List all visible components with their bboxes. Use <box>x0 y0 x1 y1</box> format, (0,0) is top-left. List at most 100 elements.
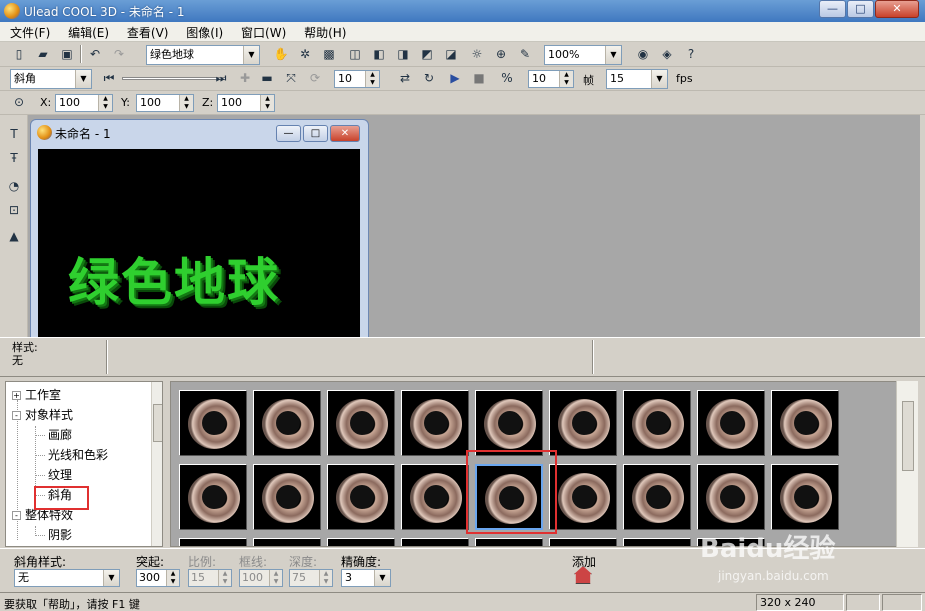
export-icon[interactable]: ◈ <box>658 45 676 63</box>
image-edit-icon[interactable]: ✎ <box>516 45 534 63</box>
tree-scrollbar[interactable] <box>151 382 162 546</box>
redo-icon[interactable]: ↷ <box>110 45 128 63</box>
object-toolbar: T Ŧ ◔ ⊡ ▲ <box>0 115 28 337</box>
bevel-thumb[interactable] <box>179 390 247 456</box>
x-spin[interactable]: 100 ▲ ▼ <box>55 94 113 112</box>
menu-help[interactable]: 帮助(H) <box>294 22 350 41</box>
open-folder-icon[interactable]: ▰ <box>34 45 52 63</box>
play-icon[interactable]: ▶ <box>446 69 464 87</box>
camera-view2-icon[interactable]: ◧ <box>370 45 388 63</box>
timeline-slider[interactable] <box>122 77 226 80</box>
percent-icon[interactable]: % <box>498 69 516 87</box>
add-keyframe-icon[interactable]: ✚ <box>236 69 254 87</box>
help-pointer-icon[interactable]: ? <box>682 45 700 63</box>
bevel-thumb[interactable] <box>623 538 691 546</box>
menu-view[interactable]: 查看(V) <box>117 22 173 41</box>
z-spin[interactable]: 100 ▲ ▼ <box>217 94 275 112</box>
tree-item-studio[interactable]: + 工作室 <box>12 386 61 404</box>
bevel-thumb[interactable] <box>327 538 395 546</box>
remove-keyframe-icon[interactable]: ▬ <box>258 69 276 87</box>
new-file-icon[interactable]: ▯ <box>10 45 28 63</box>
doc-minimize-button[interactable]: — <box>276 125 301 142</box>
tree-item-light-color[interactable]: 光线和色彩 <box>48 446 108 464</box>
menu-window[interactable]: 窗口(W) <box>231 22 290 41</box>
camera-view4-icon[interactable]: ◩ <box>418 45 436 63</box>
bevel-thumb[interactable] <box>253 538 321 546</box>
tree-item-texture[interactable]: 纹理 <box>48 466 72 484</box>
render-canvas[interactable]: 绿色地球 <box>38 149 360 337</box>
frame-line-spin[interactable]: 100 ▲ ▼ <box>239 569 283 587</box>
fit-object-icon[interactable]: ▩ <box>320 45 338 63</box>
bevel-thumb[interactable] <box>327 390 395 456</box>
loop-icon[interactable]: ⟳ <box>306 69 324 87</box>
bevel-thumb[interactable] <box>549 464 617 530</box>
bevel-thumb[interactable] <box>549 538 617 546</box>
bevel-thumb[interactable] <box>475 390 543 456</box>
3d-text-object[interactable]: 绿色地球 <box>68 241 280 315</box>
bevel-thumb[interactable] <box>179 464 247 530</box>
save-icon[interactable]: ▣ <box>58 45 76 63</box>
close-button[interactable]: ✕ <box>875 0 919 18</box>
scale-spin[interactable]: 15 ▲ ▼ <box>188 569 232 587</box>
minimize-button[interactable]: — <box>819 0 846 18</box>
bevel-thumb[interactable] <box>697 390 765 456</box>
rotate-icon[interactable]: ✲ <box>296 45 314 63</box>
render-icon[interactable]: ◉ <box>634 45 652 63</box>
bevel-thumb[interactable] <box>401 390 469 456</box>
bevel-thumb[interactable] <box>623 464 691 530</box>
bevel-thumb[interactable] <box>253 390 321 456</box>
bevel-thumb[interactable] <box>401 538 469 546</box>
tree-item-object-style[interactable]: - 对象样式 <box>12 406 73 424</box>
swap-icon[interactable]: ⇄ <box>396 69 414 87</box>
bevel-thumb[interactable] <box>771 464 839 530</box>
frames-count-spin[interactable]: 10 ▲ ▼ <box>528 70 574 88</box>
zoom-combo[interactable]: 100% ▼ <box>544 45 622 65</box>
light-icon[interactable]: ☼ <box>468 45 486 63</box>
bevel-thumb[interactable] <box>475 538 543 546</box>
position-mode-icon[interactable]: ⊙ <box>10 93 28 111</box>
camera-view3-icon[interactable]: ◨ <box>394 45 412 63</box>
animation-toolbar: 斜角 ▼ ⏮ ⏭ ✚ ▬ ⤧ ⟳ 10 ▲ ▼ ⇄ ↻ ▶ ■ % 10 ▲ ▼ 帧 15… <box>0 67 925 91</box>
bevel-thumb[interactable] <box>401 464 469 530</box>
refresh-icon[interactable]: ↻ <box>420 69 438 87</box>
precision-combo[interactable]: 3 ▼ <box>341 569 391 587</box>
fps-combo[interactable]: 15 ▼ <box>606 69 668 89</box>
menu-file[interactable]: 文件(F) <box>0 22 54 41</box>
first-frame-icon[interactable]: ⏮ <box>100 69 118 87</box>
text-object-combo[interactable]: 绿色地球 ▼ <box>146 45 260 65</box>
insert-text-icon[interactable]: T <box>5 125 23 143</box>
globe-icon[interactable]: ⊕ <box>492 45 510 63</box>
bevel-style-combo[interactable]: 无 ▼ <box>14 569 120 587</box>
undo-icon[interactable]: ↶ <box>86 45 104 63</box>
doc-close-button[interactable]: ✕ <box>330 125 360 142</box>
select-object-icon[interactable]: ⊡ <box>5 201 23 219</box>
bevel-thumb[interactable] <box>697 464 765 530</box>
camera-view5-icon[interactable]: ◪ <box>442 45 460 63</box>
doc-maximize-button[interactable]: □ <box>303 125 328 142</box>
y-spin[interactable]: 100 ▲ ▼ <box>136 94 194 112</box>
menu-image[interactable]: 图像(I) <box>176 22 227 41</box>
effect-combo[interactable]: 斜角 ▼ <box>10 69 92 89</box>
current-frame-spin[interactable]: 10 ▲ ▼ <box>334 70 380 88</box>
depth-spin[interactable]: 75 ▲ ▼ <box>289 569 333 587</box>
thumbnail-scrollbar[interactable] <box>896 381 918 547</box>
protrude-spin[interactable]: 300 ▲ ▼ <box>136 569 180 587</box>
bevel-thumb[interactable] <box>253 464 321 530</box>
bevel-thumb[interactable] <box>771 390 839 456</box>
reverse-icon[interactable]: ⤧ <box>282 69 300 87</box>
shape-icon[interactable]: ▲ <box>5 227 23 245</box>
hand-move-icon[interactable]: ✋ <box>272 45 290 63</box>
bevel-thumb[interactable] <box>549 390 617 456</box>
stop-icon[interactable]: ■ <box>470 69 488 87</box>
bevel-thumb[interactable] <box>623 390 691 456</box>
maximize-button[interactable]: □ <box>847 0 874 18</box>
edit-text-icon[interactable]: Ŧ <box>5 149 23 167</box>
bevel-thumb[interactable] <box>179 538 247 546</box>
tree-item-shadow[interactable]: 阴影 <box>48 526 72 544</box>
camera-view1-icon[interactable]: ◫ <box>346 45 364 63</box>
tree-item-gallery[interactable]: 画廊 <box>48 426 72 444</box>
insert-object-icon[interactable]: ◔ <box>5 177 23 195</box>
menu-edit[interactable]: 编辑(E) <box>58 22 113 41</box>
bevel-thumb[interactable] <box>327 464 395 530</box>
last-frame-icon[interactable]: ⏭ <box>212 69 230 87</box>
